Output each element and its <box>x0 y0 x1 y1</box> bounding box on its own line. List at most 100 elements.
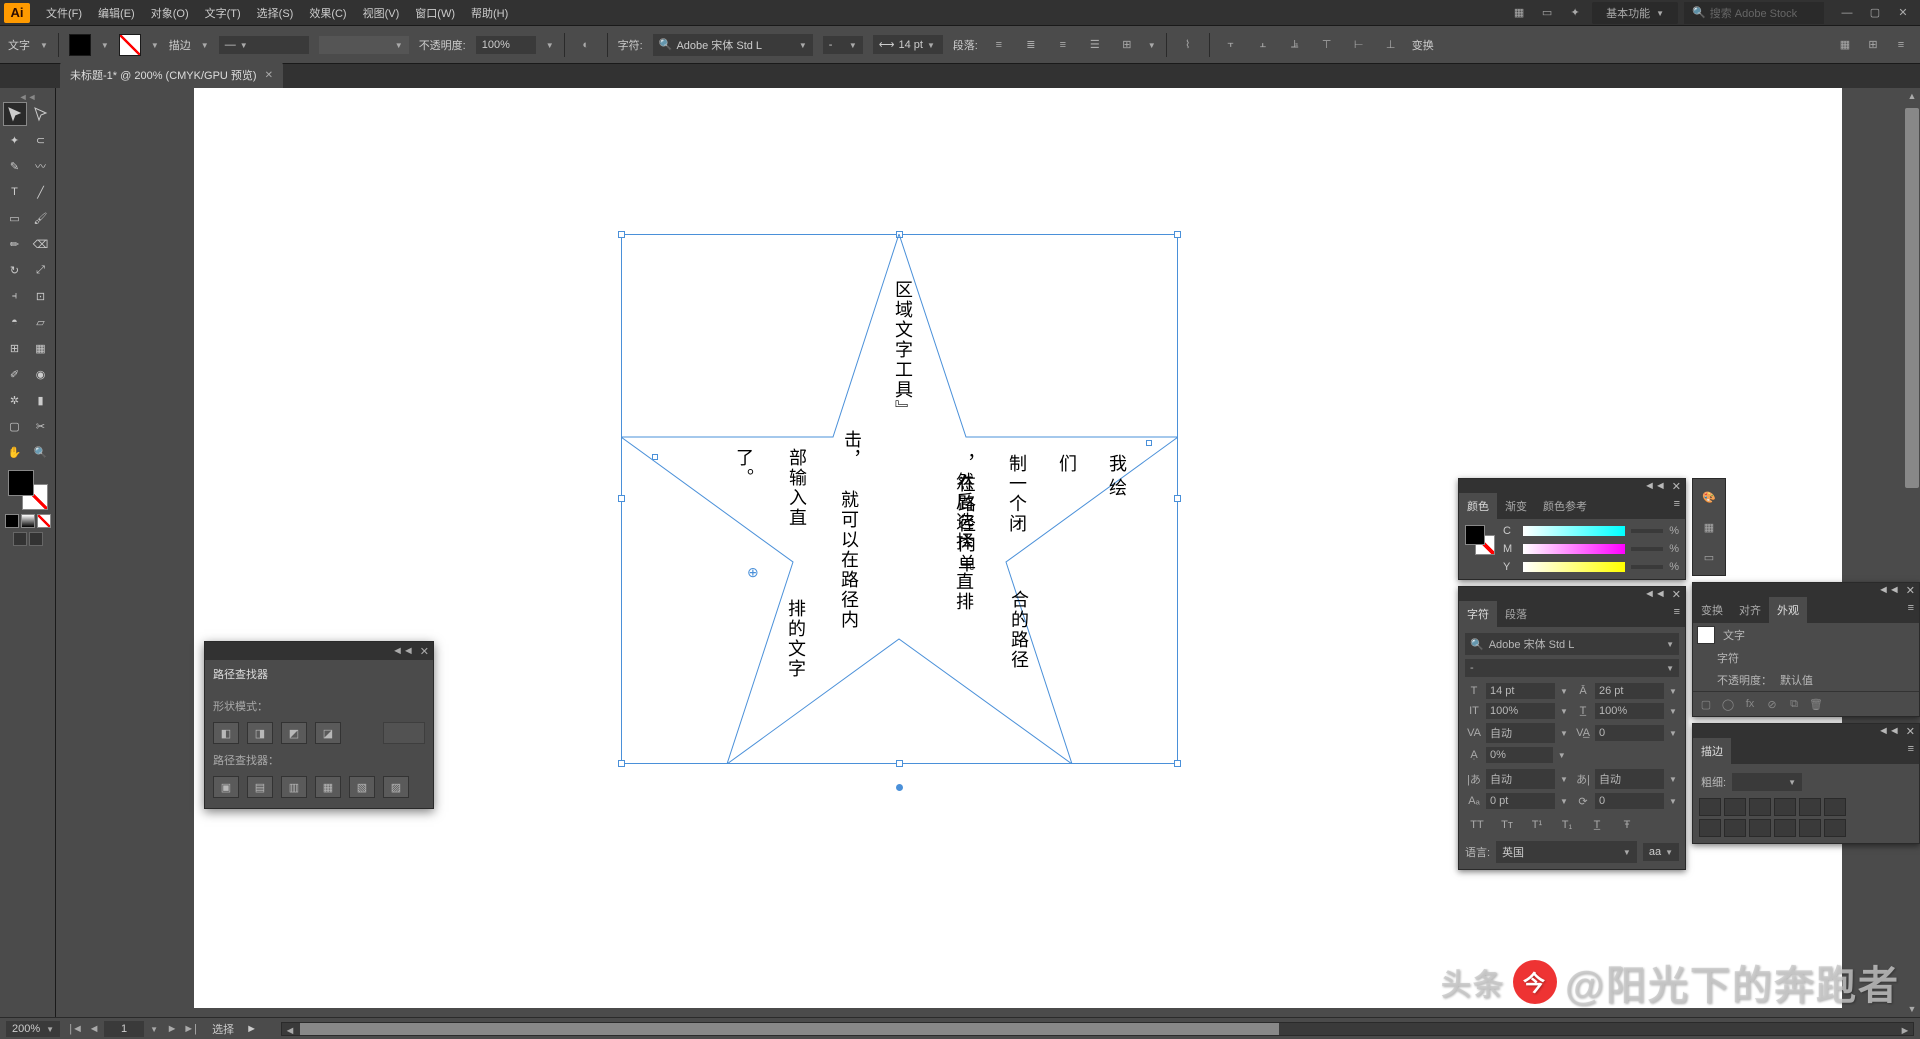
cap-butt-icon[interactable] <box>1699 798 1721 816</box>
cap-round-icon[interactable] <box>1724 798 1746 816</box>
normal-screen[interactable] <box>13 532 27 546</box>
menu-window[interactable]: 窗口(W) <box>407 1 463 25</box>
panel-collapse-icon[interactable]: ◄◄ <box>392 645 414 657</box>
gradient-mode[interactable] <box>21 514 35 528</box>
kerning-field[interactable]: VA自动 <box>1465 723 1570 743</box>
selection-type-dd[interactable] <box>40 39 48 51</box>
stock-search[interactable]: 🔍搜索 Adobe Stock <box>1684 2 1824 24</box>
none-mode[interactable] <box>37 514 51 528</box>
align-center-icon[interactable]: ≣ <box>1020 34 1042 56</box>
menu-effect[interactable]: 效果(C) <box>301 1 354 25</box>
subscript-icon[interactable]: T₁ <box>1555 815 1579 835</box>
tategaki-icon[interactable]: ⊞ <box>1116 34 1138 56</box>
shaper-tool[interactable]: ✏ <box>3 232 27 256</box>
arrow-end-icon[interactable] <box>1799 819 1821 837</box>
blend-tool[interactable]: ◉ <box>29 362 53 386</box>
swatches-icon[interactable]: ▦ <box>1697 515 1721 539</box>
text-out-port[interactable] <box>1146 440 1152 446</box>
antialias-field[interactable]: aa <box>1643 843 1679 861</box>
color-guide-tab[interactable]: 颜色参考 <box>1535 493 1595 519</box>
transform-label[interactable]: 变换 <box>1412 37 1434 53</box>
justify-icon[interactable]: ☰ <box>1084 34 1106 56</box>
hscroll-thumb[interactable] <box>300 1023 1279 1035</box>
stroke-weight-field[interactable] <box>1732 773 1802 791</box>
pathfinder-panel[interactable]: ◄◄ ✕ 路径查找器 形状模式： ◧ ◨ ◩ ◪ 路径查找器： ▣ ▤ ▥ <box>204 641 434 809</box>
align-right-icon[interactable]: ≡ <box>1052 34 1074 56</box>
menu-object[interactable]: 对象(O) <box>143 1 197 25</box>
crop-icon[interactable]: ▦ <box>315 776 341 798</box>
pathfinder-tab[interactable]: 路径查找器 <box>205 660 433 688</box>
pen-tool[interactable]: ✎ <box>3 154 27 178</box>
font-size-field[interactable]: T14 pt <box>1465 683 1570 699</box>
gpu-icon[interactable]: ✦ <box>1564 4 1586 22</box>
menu-help[interactable]: 帮助(H) <box>463 1 516 25</box>
y-value[interactable] <box>1631 565 1663 569</box>
align-r-icon[interactable]: ⫡ <box>1284 34 1306 56</box>
exclude-icon[interactable]: ◪ <box>315 722 341 744</box>
panel-menu-icon[interactable]: ≡ <box>1903 738 1919 764</box>
rectangle-tool[interactable]: ▭ <box>3 206 27 230</box>
prefs-icon[interactable]: ⊞ <box>1862 34 1884 56</box>
tracking-field[interactable]: VA̲0 <box>1574 723 1679 743</box>
new-fill-icon[interactable]: ▢ <box>1697 696 1715 712</box>
align-m-icon[interactable]: ⊢ <box>1348 34 1370 56</box>
menu-type[interactable]: 文字(T) <box>197 1 249 25</box>
horizontal-scrollbar[interactable]: ◄ ► <box>281 1022 1914 1036</box>
scroll-thumb[interactable] <box>1905 108 1919 488</box>
close-button[interactable]: ✕ <box>1890 4 1916 22</box>
font-family[interactable]: 🔍Adobe 宋体 Std L <box>653 34 813 56</box>
m-slider[interactable] <box>1523 544 1625 554</box>
minimize-button[interactable]: — <box>1834 4 1860 22</box>
fill-dd[interactable] <box>101 39 109 51</box>
panel-collapse-icon[interactable]: ◄◄ <box>1878 584 1900 596</box>
line-tool[interactable]: ╱ <box>29 180 53 204</box>
center-point[interactable] <box>896 784 903 791</box>
brush-def[interactable] <box>319 36 409 54</box>
menu-edit[interactable]: 编辑(E) <box>90 1 143 25</box>
next-artboard-icon[interactable]: ► <box>164 1021 180 1037</box>
arrow-swap-icon[interactable] <box>1824 819 1846 837</box>
minus-back-icon[interactable]: ▨ <box>383 776 409 798</box>
menu-view[interactable]: 视图(V) <box>355 1 408 25</box>
perspective-tool[interactable]: ▱ <box>29 310 53 334</box>
align-l-icon[interactable]: ⫟ <box>1220 34 1242 56</box>
character-tab[interactable]: 字符 <box>1459 601 1497 627</box>
magic-wand-tool[interactable]: ✦ <box>3 128 27 152</box>
para-more-dd[interactable] <box>1148 39 1156 51</box>
lasso-tool[interactable]: ⊂ <box>29 128 53 152</box>
expand-button[interactable] <box>383 722 425 744</box>
zoom-level[interactable]: 200% <box>6 1021 60 1037</box>
allcaps-icon[interactable]: TT <box>1465 815 1489 835</box>
hscale-field[interactable]: T̲100% <box>1574 703 1679 719</box>
merge-icon[interactable]: ▥ <box>281 776 307 798</box>
baseline-pct-field[interactable]: Ạ0% <box>1465 747 1568 763</box>
intersect-icon[interactable]: ◩ <box>281 722 307 744</box>
type-tool[interactable]: T <box>3 180 27 204</box>
font-family-field[interactable]: 🔍Adobe 宋体 Std L <box>1465 633 1679 655</box>
menu-icon[interactable]: ≡ <box>1890 34 1912 56</box>
baseline-shift-field[interactable]: Aₐ0 pt <box>1465 793 1570 809</box>
symbol-sprayer-tool[interactable]: ✲ <box>3 388 27 412</box>
underline-icon[interactable]: T̲ <box>1585 815 1609 835</box>
panel-close-icon[interactable]: ✕ <box>1672 588 1681 601</box>
shape-builder-tool[interactable]: ◓ <box>3 310 27 334</box>
prev-artboard-icon[interactable]: ◄ <box>86 1021 102 1037</box>
bridge-icon[interactable]: ▦ <box>1508 4 1530 22</box>
eyedropper-tool[interactable]: ✐ <box>3 362 27 386</box>
curvature-tool[interactable]: 〰 <box>29 154 53 178</box>
language-field[interactable]: 英国 <box>1496 841 1637 863</box>
scroll-up-icon[interactable]: ▲ <box>1904 88 1920 104</box>
menu-select[interactable]: 选择(S) <box>249 1 302 25</box>
toolbox-collapse[interactable]: ◄◄ <box>2 92 53 102</box>
transform-tab[interactable]: 变换 <box>1693 597 1731 623</box>
rotation-field[interactable]: ⟳0 <box>1574 793 1679 809</box>
m-value[interactable] <box>1631 547 1663 551</box>
scale-tool[interactable]: ⤢ <box>29 258 53 282</box>
new-stroke-icon[interactable]: ◯ <box>1719 696 1737 712</box>
panel-menu-icon[interactable]: ≡ <box>1903 597 1919 623</box>
artboard-number[interactable]: 1 <box>104 1021 144 1037</box>
panel-collapse-icon[interactable]: ◄◄ <box>1644 480 1666 492</box>
stroke-dd[interactable] <box>151 39 159 51</box>
align-outside-stroke-icon[interactable] <box>1749 819 1771 837</box>
align-center-stroke-icon[interactable] <box>1699 819 1721 837</box>
